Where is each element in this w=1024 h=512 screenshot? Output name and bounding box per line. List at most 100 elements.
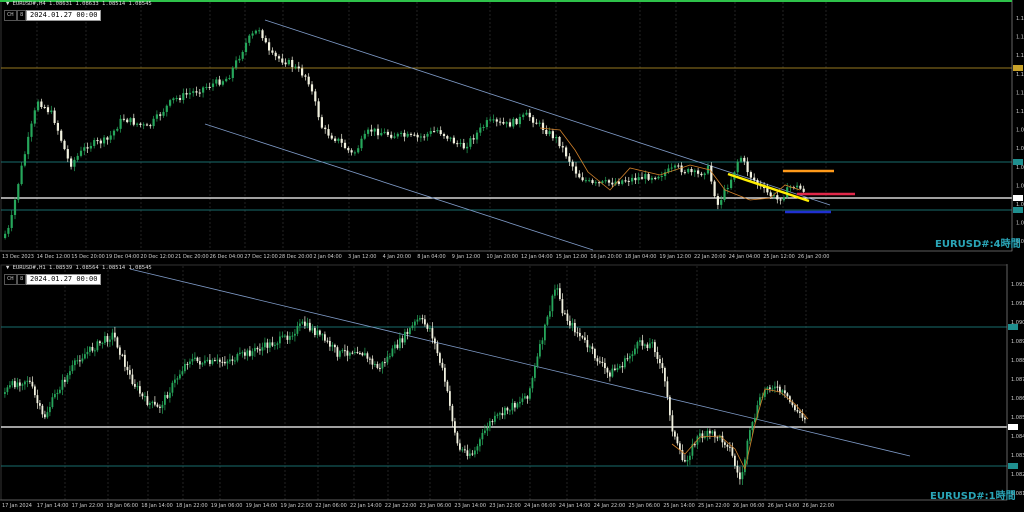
h4-candle-body bbox=[739, 157, 743, 162]
h1-candle-body bbox=[369, 358, 371, 360]
h1-candle-body bbox=[749, 430, 751, 441]
h4-trendline bbox=[264, 19, 831, 206]
h4-candle-body bbox=[228, 77, 231, 79]
h4-candle-body bbox=[383, 131, 386, 133]
h1-candle-body bbox=[21, 384, 24, 386]
h1-candle-body bbox=[391, 348, 394, 357]
h4-candle-body bbox=[202, 87, 205, 93]
h4-candle-body bbox=[429, 131, 432, 134]
h4-candle-body bbox=[680, 165, 683, 173]
h4-candle-body bbox=[350, 150, 353, 153]
h1-price-label: 1.089 bbox=[1011, 339, 1024, 345]
h4-candle-body bbox=[327, 129, 330, 136]
h1-candle-body bbox=[479, 439, 481, 447]
h4-candle-body bbox=[37, 101, 40, 111]
h4-candle-body bbox=[512, 118, 515, 127]
h1-candle-body bbox=[609, 372, 611, 377]
h4-candle-body bbox=[96, 140, 99, 142]
h1-chart-canvas[interactable]: 1.0931.0911.0901.0891.0881.0871.0861.085… bbox=[0, 264, 1024, 512]
h1-candle-body bbox=[699, 433, 701, 437]
h4-ctrl-num[interactable]: 8 bbox=[17, 10, 27, 21]
h4-candle-body bbox=[439, 130, 442, 135]
h1-candle-body bbox=[226, 361, 229, 364]
h4-candle-body bbox=[802, 188, 805, 192]
h1-candle-body bbox=[544, 324, 546, 341]
h1-candle-body bbox=[374, 363, 376, 365]
h1-candle-body bbox=[456, 432, 459, 444]
h1-candle-body bbox=[129, 370, 131, 375]
h4-chart-panel[interactable]: 1.1 1.1 1.1 1.1 1.1 1.1 1.0 1.0 1.0 1.0 1.0 1.0 1.0 1… bbox=[0, 0, 1024, 262]
h1-datetime-box: 2024.01.27 00:00 bbox=[26, 274, 102, 285]
h1-candle-body bbox=[234, 360, 236, 362]
h1-candle-body bbox=[11, 381, 14, 386]
h1-time-label: 18 Jan 22:00 bbox=[176, 503, 208, 509]
h4-ctrl-label[interactable]: CH bbox=[4, 10, 17, 21]
h4-candle-body bbox=[287, 59, 290, 65]
h4-candle-body bbox=[357, 148, 360, 153]
h4-candle-body bbox=[139, 123, 142, 125]
h1-ctrl-num[interactable]: 8 bbox=[17, 274, 27, 285]
h1-candle-body bbox=[254, 347, 256, 352]
h4-candle-body bbox=[634, 177, 637, 181]
h1-candle-body bbox=[29, 380, 31, 382]
h4-candle-body bbox=[271, 50, 274, 53]
h4-candle-body bbox=[159, 114, 162, 116]
h1-candle-body bbox=[276, 343, 279, 345]
h1-candle-body bbox=[164, 395, 166, 405]
h1-candle-body bbox=[154, 401, 156, 405]
h1-candle-body bbox=[159, 406, 161, 408]
h1-time-label: 23 Jan 22:00 bbox=[489, 503, 521, 509]
h1-candle-body bbox=[421, 318, 424, 320]
h1-candle-body bbox=[736, 465, 739, 473]
h4-candle-body bbox=[565, 147, 568, 157]
h1-candle-body bbox=[361, 353, 364, 356]
h1-chart-panel[interactable]: 1.093 1.091 1.090 1.089 1.088 1.087 1.086 1.085… bbox=[0, 264, 1024, 512]
h1-candle-body bbox=[396, 344, 399, 349]
h1-ctrl-label[interactable]: CH bbox=[4, 274, 17, 285]
h4-candle-body bbox=[462, 142, 465, 149]
h1-candle-body bbox=[76, 360, 79, 362]
h1-candle-body bbox=[584, 337, 586, 341]
h4-chart-canvas[interactable]: 1.11.11.11.11.11.11.01.01.01.01.01.01.01… bbox=[0, 0, 1024, 262]
h1-candle-body bbox=[279, 336, 281, 344]
h4-time-label: 24 Jan 04:00 bbox=[729, 254, 761, 260]
h4-price-label: 1.1 bbox=[1016, 72, 1024, 78]
h4-candle-body bbox=[396, 133, 399, 137]
h4-candle-body bbox=[73, 159, 76, 167]
h1-candle-body bbox=[241, 352, 244, 354]
h1-candle-body bbox=[371, 358, 374, 365]
h1-candle-body bbox=[336, 347, 339, 357]
h4-candle-body bbox=[353, 152, 356, 154]
h4-candle-body bbox=[683, 172, 686, 174]
h1-candle-body bbox=[249, 350, 251, 356]
h1-candle-body bbox=[776, 386, 779, 388]
h1-candle-body bbox=[426, 324, 429, 329]
h1-candle-body bbox=[454, 421, 456, 433]
h1-candle-body bbox=[394, 344, 396, 349]
h1-candle-body bbox=[194, 357, 196, 359]
h1-candle-body bbox=[474, 450, 476, 455]
h4-time-label: 14 Dec 12:00 bbox=[37, 254, 71, 260]
h4-candle-body bbox=[499, 121, 502, 123]
h1-candle-body bbox=[774, 386, 776, 389]
h1-candle-body bbox=[651, 342, 654, 344]
h1-candle-body bbox=[511, 402, 514, 411]
h1-candle-body bbox=[516, 403, 519, 408]
h1-time-label: 25 Jan 14:00 bbox=[663, 503, 695, 509]
h4-candle-body bbox=[208, 86, 211, 88]
h4-candle-body bbox=[297, 66, 300, 69]
h4-price-label: 1.0 bbox=[1016, 221, 1024, 227]
h1-candle-body bbox=[621, 365, 624, 368]
h4-candle-body bbox=[561, 146, 564, 148]
h1-candle-body bbox=[401, 338, 404, 343]
h4-candle-body bbox=[782, 197, 785, 201]
h1-candle-body bbox=[79, 360, 81, 362]
h1-candle-body bbox=[521, 398, 524, 402]
h4-candle-body bbox=[644, 174, 647, 179]
h4-candle-body bbox=[522, 114, 525, 118]
h1-candle-body bbox=[179, 374, 181, 379]
h1-timeframe-label: EURUSD#:1時間 bbox=[930, 491, 1016, 502]
h4-candle-body bbox=[122, 118, 125, 120]
h1-candle-body bbox=[619, 365, 621, 368]
h1-price-label: 1.082 bbox=[1011, 472, 1024, 478]
